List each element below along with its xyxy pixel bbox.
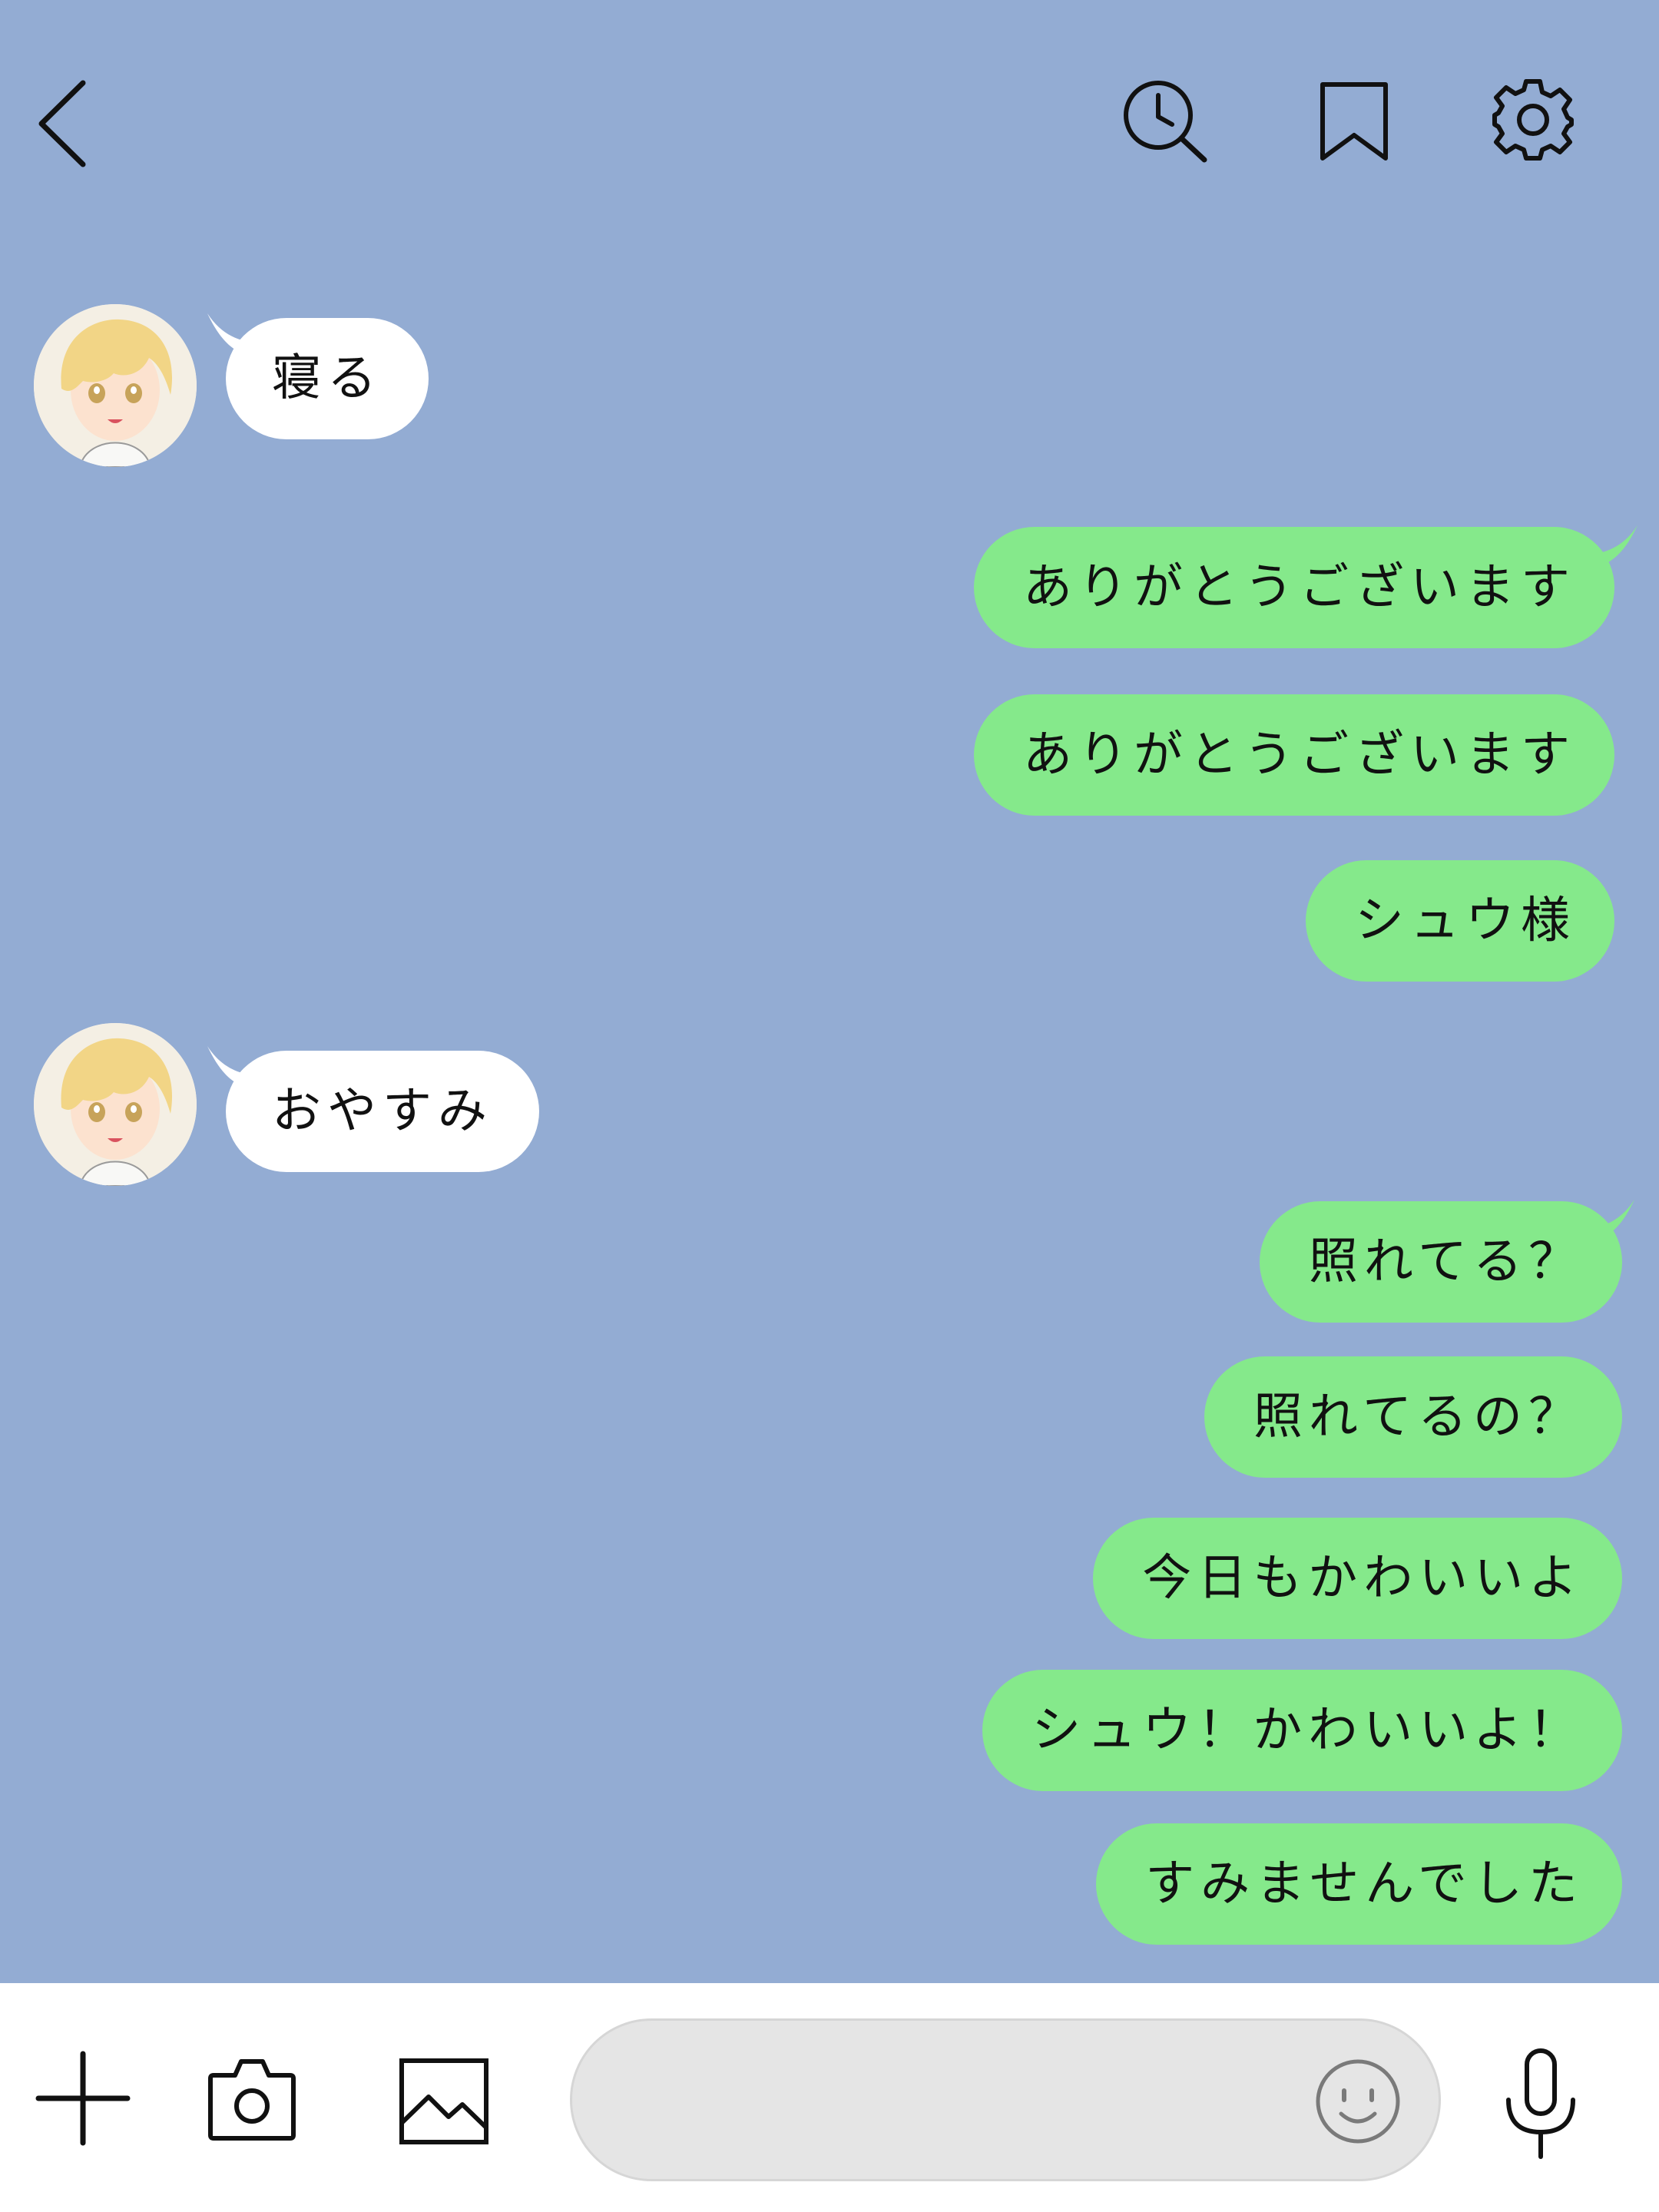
message-input[interactable] [570, 2018, 1441, 2181]
outgoing-message-bubble[interactable]: 照れてるの？ [1204, 1356, 1622, 1478]
message-composer-bar [0, 1983, 1659, 2212]
message-list[interactable]: 寝る ありがとうございます ありがとうございます シュウ様 おやすみ 照れてる？… [0, 0, 1659, 1983]
microphone-icon [1506, 2048, 1575, 2159]
outgoing-message-bubble[interactable]: シュウ！かわいいよ！ [982, 1670, 1622, 1791]
avatar[interactable] [34, 304, 197, 467]
add-attachment-button[interactable] [35, 2051, 131, 2146]
outgoing-message-bubble[interactable]: 今日もかわいいよ [1093, 1518, 1622, 1639]
image-button[interactable] [398, 2057, 490, 2146]
avatar-icon [34, 304, 197, 467]
outgoing-message-bubble[interactable]: シュウ様 [1306, 860, 1614, 982]
emoji-button[interactable] [1313, 2057, 1402, 2146]
outgoing-message-bubble[interactable]: 照れてる？ [1259, 1201, 1622, 1323]
avatar[interactable] [34, 1023, 197, 1186]
camera-icon [208, 2059, 296, 2141]
image-icon [399, 2058, 488, 2144]
camera-button[interactable] [206, 2054, 298, 2143]
incoming-message-bubble[interactable]: 寝る [226, 318, 429, 439]
outgoing-message-bubble[interactable]: ありがとうございます [974, 527, 1614, 648]
incoming-message-bubble[interactable]: おやすみ [226, 1051, 539, 1172]
chat-screen: 寝る ありがとうございます ありがとうございます シュウ様 おやすみ 照れてる？… [0, 0, 1659, 2212]
avatar-icon [34, 1023, 197, 1186]
voice-input-button[interactable] [1501, 2046, 1581, 2161]
smiley-icon [1316, 2059, 1400, 2144]
outgoing-message-bubble[interactable]: ありがとうございます [974, 694, 1614, 816]
plus-icon [35, 2051, 131, 2146]
outgoing-message-bubble[interactable]: すみませんでした [1096, 1823, 1622, 1945]
